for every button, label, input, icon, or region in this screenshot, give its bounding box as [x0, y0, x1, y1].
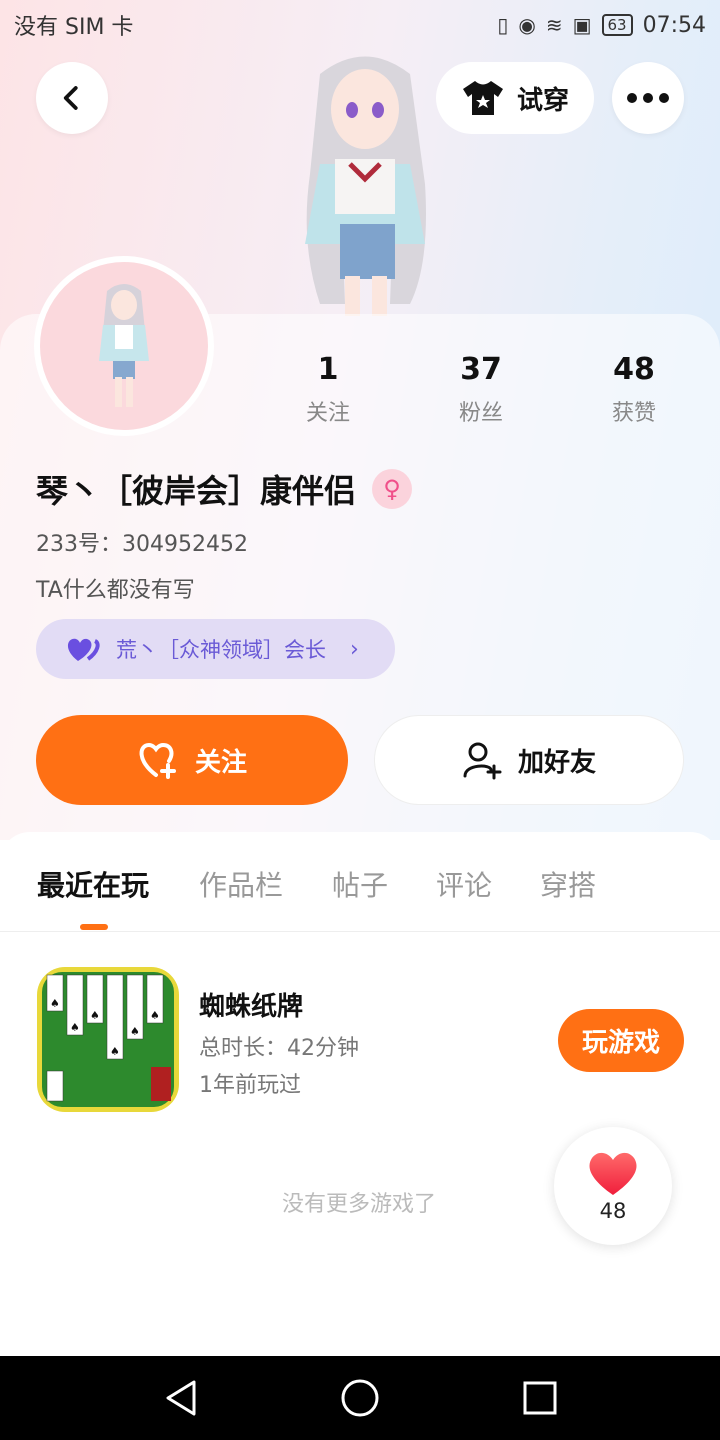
- svg-text:♠: ♠: [130, 1025, 140, 1038]
- try-on-label: 试穿: [516, 85, 569, 116]
- game-duration: 总时长：42分钟: [199, 1036, 359, 1061]
- username: 琴丶［彼岸会］康伴侣: [36, 472, 357, 510]
- wifi-icon: ≋: [545, 13, 563, 37]
- likes-count: 48: [613, 352, 655, 387]
- alert-icon: ▣: [572, 13, 592, 37]
- svg-text:♠: ♠: [70, 1021, 80, 1034]
- clock: 07:54: [642, 12, 706, 38]
- svg-text:♠: ♠: [110, 1045, 120, 1058]
- add-friend-button[interactable]: 加好友: [374, 715, 684, 805]
- tab-outfits[interactable]: 穿搭: [540, 864, 596, 904]
- home-circle-icon[interactable]: [340, 1378, 380, 1418]
- avatar[interactable]: [34, 256, 214, 436]
- follow-label: 关注: [194, 747, 247, 778]
- back-button[interactable]: [36, 62, 108, 134]
- like-count: 48: [599, 1199, 627, 1223]
- status-icons: ▯ ◉ ≋ ▣ 63 07:54: [497, 13, 706, 38]
- add-user-icon: [463, 742, 502, 780]
- name-row: 琴丶［彼岸会］康伴侣 ♀: [36, 466, 413, 512]
- play-game-button[interactable]: 玩游戏: [558, 1009, 684, 1072]
- heart-icon: [589, 1152, 637, 1195]
- user-id: 233号：304952452: [36, 532, 248, 557]
- following-label: 关注: [305, 401, 350, 426]
- likes-label: 获赞: [611, 401, 656, 426]
- chevron-right-icon: ›: [350, 636, 359, 662]
- fans-label: 粉丝: [458, 401, 503, 426]
- bio-text: TA什么都没有写: [36, 578, 195, 603]
- like-button[interactable]: 48: [554, 1127, 672, 1245]
- carrier-text: 没有 SIM 卡: [14, 15, 134, 40]
- vibrate-icon: ▯: [497, 13, 509, 37]
- game-last-played: 1年前玩过: [199, 1073, 301, 1098]
- svg-text:♠: ♠: [90, 1009, 100, 1022]
- tab-works[interactable]: 作品栏: [199, 864, 283, 904]
- tab-recently-played[interactable]: 最近在玩: [37, 864, 149, 904]
- following-stat[interactable]: 1 关注: [268, 352, 388, 427]
- heart-plus-icon: [139, 742, 176, 779]
- avatar-figure: [99, 284, 149, 407]
- svg-text:♠: ♠: [150, 1009, 160, 1022]
- guild-label: 荒丶［众神领域］会长: [116, 638, 326, 662]
- active-tab-indicator: [80, 924, 108, 930]
- fans-stat[interactable]: 37 粉丝: [421, 352, 541, 427]
- avatar-image: [40, 262, 208, 430]
- system-nav-bar: [0, 1356, 720, 1440]
- more-horizontal-icon: [627, 93, 669, 103]
- tshirt-icon: [462, 81, 503, 115]
- add-friend-label: 加好友: [517, 747, 596, 778]
- eye-icon: ◉: [518, 13, 536, 37]
- recents-square-icon[interactable]: [522, 1380, 558, 1416]
- tab-divider: [0, 931, 720, 932]
- tab-posts[interactable]: 帖子: [332, 864, 388, 904]
- tab-bar: 最近在玩 作品栏 帖子 评论 穿搭: [0, 832, 720, 932]
- tab-comments[interactable]: 评论: [436, 864, 492, 904]
- guild-badge[interactable]: 荒丶［众神领域］会长 ›: [36, 619, 395, 679]
- svg-text:♠: ♠: [50, 997, 60, 1010]
- try-on-button[interactable]: 试穿: [436, 62, 594, 134]
- status-bar: 没有 SIM 卡 ▯ ◉ ≋ ▣ 63 07:54: [0, 0, 720, 50]
- battery-icon: 63: [601, 14, 633, 36]
- fans-count: 37: [460, 352, 502, 387]
- spider-solitaire-icon[interactable]: ♠ ♠ ♠ ♠ ♠ ♠: [37, 967, 179, 1112]
- likes-stat[interactable]: 48 获赞: [574, 352, 694, 427]
- double-heart-icon: [67, 638, 100, 661]
- more-button[interactable]: [612, 62, 684, 134]
- chevron-left-icon: [63, 86, 78, 110]
- back-triangle-icon[interactable]: [162, 1378, 198, 1418]
- game-title: 蜘蛛纸牌: [199, 992, 304, 1022]
- following-count: 1: [317, 352, 339, 387]
- female-icon: ♀: [372, 469, 413, 509]
- follow-button[interactable]: 关注: [36, 715, 348, 805]
